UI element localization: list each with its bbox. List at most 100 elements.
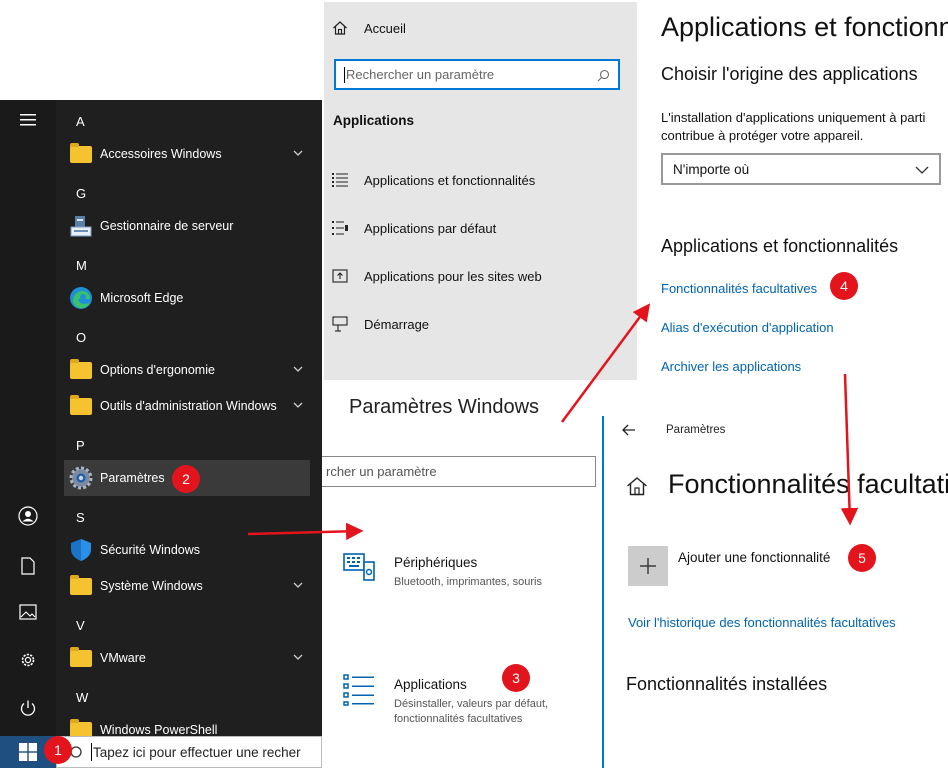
app-label: Accessoires Windows — [100, 147, 222, 161]
apps-heading: Applications et fonctionnalités — [661, 236, 899, 256]
home-icon[interactable] — [626, 476, 648, 496]
chevron-down-icon — [293, 402, 303, 408]
nav-item-label: Démarrage — [364, 316, 430, 332]
letter-s[interactable]: S — [76, 510, 85, 525]
step-badge-4: 4 — [830, 272, 858, 300]
app-label: Système Windows — [100, 579, 203, 593]
letter-g[interactable]: G — [76, 186, 86, 201]
nav-item-label: Applications et fonctionnalités — [364, 172, 536, 188]
start-menu: A Accessoires Windows G Gestionnaire de … — [0, 100, 322, 736]
app-windows-powershell[interactable]: Windows PowerShell — [64, 712, 310, 736]
folder-icon — [68, 141, 94, 167]
nav-home[interactable]: Accueil — [330, 14, 406, 42]
apps-description-line2: fonctionnalités facultatives — [394, 713, 523, 725]
feature-history-link[interactable]: Voir l'historique des fonctionnalités fa… — [628, 615, 896, 630]
folder-icon — [68, 573, 94, 599]
app-label: Gestionnaire de serveur — [100, 219, 234, 233]
user-account-icon[interactable] — [12, 500, 44, 532]
add-feature-button[interactable] — [628, 546, 668, 586]
step-badge-3: 3 — [502, 664, 530, 692]
app-microsoft-edge[interactable]: Microsoft Edge — [64, 280, 310, 316]
letter-a[interactable]: A — [76, 114, 85, 129]
nav-home-label: Accueil — [364, 20, 406, 36]
text-cursor — [91, 743, 92, 761]
start-rail — [0, 100, 56, 736]
archive-apps-link[interactable]: Archiver les applications — [661, 359, 801, 374]
windows-logo-icon — [19, 743, 37, 761]
chevron-down-icon — [293, 582, 303, 588]
app-gestionnaire-serveur[interactable]: Gestionnaire de serveur — [64, 208, 310, 244]
devices-title[interactable]: Périphériques — [394, 555, 477, 570]
devices-description: Bluetooth, imprimantes, souris — [394, 576, 542, 588]
source-description-line2: contribue à protéger votre appareil. — [661, 128, 864, 143]
app-systeme-windows[interactable]: Système Windows — [64, 568, 310, 604]
app-accessoires-windows[interactable]: Accessoires Windows — [64, 136, 310, 172]
power-icon[interactable] — [12, 692, 44, 724]
settings-search-input[interactable]: Rechercher un paramètre — [334, 59, 620, 90]
source-description-line1: L'installation d'applications uniquement… — [661, 110, 926, 125]
step-badge-5: 5 — [848, 544, 876, 572]
app-label: Windows PowerShell — [100, 723, 218, 736]
devices-icon — [342, 550, 376, 584]
breadcrumb: Paramètres — [666, 424, 726, 436]
taskbar-search-box[interactable]: Tapez ici pour effectuer une recher — [56, 736, 322, 768]
apps-list-icon — [342, 672, 376, 706]
app-outils-administration[interactable]: Outils d'administration Windows — [64, 388, 310, 424]
app-source-selected: N'importe où — [673, 161, 750, 177]
server-manager-icon — [68, 213, 94, 239]
letter-m[interactable]: M — [76, 258, 87, 273]
text-cursor — [344, 66, 345, 83]
page-title: Fonctionnalités facultati — [668, 469, 948, 499]
source-heading: Choisir l'origine des applications — [661, 64, 918, 84]
hamburger-menu-icon[interactable] — [12, 104, 44, 136]
app-execution-alias-link[interactable]: Alias d'exécution d'application — [661, 320, 834, 335]
apps-features-panel: Applications et fonctionn Choisir l'orig… — [637, 0, 948, 400]
nav-default-apps[interactable]: Applications par défaut — [330, 214, 496, 242]
app-source-dropdown[interactable]: N'importe où — [661, 153, 941, 185]
app-options-ergonomie[interactable]: Options d'ergonomie — [64, 352, 310, 388]
installed-heading: Fonctionnalités installées — [626, 674, 828, 694]
edge-icon — [68, 285, 94, 311]
chevron-down-icon — [293, 150, 303, 156]
apps-title[interactable]: Applications — [394, 677, 467, 692]
app-label: VMware — [100, 651, 146, 665]
apps-description-line1: Désinstaller, valeurs par défaut, — [394, 698, 549, 710]
windows-settings-search-input[interactable]: rcher un paramètre — [322, 456, 596, 487]
chevron-down-icon — [915, 166, 929, 174]
app-vmware[interactable]: VMware — [64, 640, 310, 676]
app-label: Microsoft Edge — [100, 291, 184, 305]
add-feature-label[interactable]: Ajouter une fonctionnalité — [678, 550, 830, 565]
pictures-icon[interactable] — [12, 596, 44, 628]
letter-w[interactable]: W — [76, 690, 88, 705]
optional-features-panel: Paramètres Fonctionnalités facultati Ajo… — [602, 416, 948, 768]
nav-apps-websites[interactable]: Applications pour les sites web — [330, 262, 542, 290]
nav-apps-features[interactable]: Applications et fonctionnalités — [330, 166, 535, 194]
home-icon — [330, 18, 350, 38]
settings-gear-icon[interactable] — [12, 644, 44, 676]
shield-icon — [68, 537, 94, 563]
nav-item-label: Applications par défaut — [364, 220, 497, 236]
folder-icon — [68, 717, 94, 736]
apps-list-icon — [330, 170, 350, 190]
startup-icon — [330, 314, 350, 334]
plus-icon — [640, 558, 656, 574]
default-apps-icon — [330, 218, 350, 238]
settings-gear-icon — [68, 465, 94, 491]
back-arrow-icon[interactable] — [622, 424, 636, 436]
step-badge-1: 1 — [44, 736, 72, 764]
folder-icon — [68, 357, 94, 383]
windows-settings-home: Paramètres Windows rcher un paramètre Pé… — [322, 380, 602, 768]
app-label: Paramètres — [100, 471, 165, 485]
app-label: Options d'ergonomie — [100, 363, 215, 377]
app-label: Outils d'administration Windows — [100, 399, 277, 413]
optional-features-link[interactable]: Fonctionnalités facultatives — [661, 281, 817, 296]
nav-startup[interactable]: Démarrage — [330, 310, 429, 338]
page-title: Paramètres Windows — [349, 396, 540, 418]
open-in-app-icon — [330, 266, 350, 286]
app-securite-windows[interactable]: Sécurité Windows — [64, 532, 310, 568]
chevron-down-icon — [293, 654, 303, 660]
letter-v[interactable]: V — [76, 618, 85, 633]
letter-p[interactable]: P — [76, 438, 85, 453]
documents-icon[interactable] — [12, 550, 44, 582]
letter-o[interactable]: O — [76, 330, 86, 345]
